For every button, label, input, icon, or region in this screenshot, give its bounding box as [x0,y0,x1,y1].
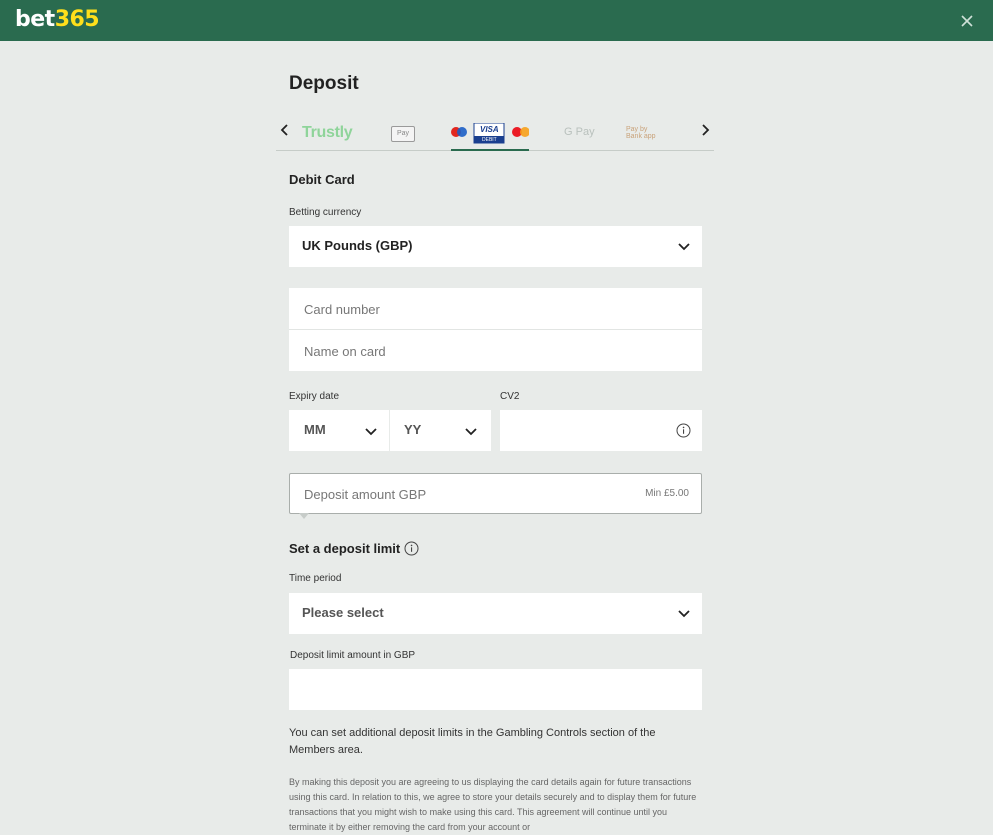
card-storage-terms: By making this deposit you are agreeing … [289,777,697,832]
deposit-limit-info: You can set additional deposit limits in… [289,727,656,756]
carousel-next-icon[interactable] [698,122,712,138]
expiry-label: Expiry date [289,391,340,402]
carousel-prev-icon[interactable] [278,122,292,138]
card-number-field[interactable]: Card number [289,288,702,329]
selected-method-underline [451,149,529,151]
time-period-value: Please select [302,605,384,620]
method-apple-pay[interactable]: Pay [391,126,415,142]
info-icon[interactable] [404,541,419,556]
bet365-logo: bet365 [15,7,100,33]
method-google-pay[interactable]: G Pay [564,126,595,138]
top-bar: bet365 [0,0,993,41]
pay-by-bank-label: Pay by Bank app [626,126,656,140]
chevron-down-icon [465,428,477,436]
payment-method-carousel: Trustly Pay VISA DEBIT G Pay Pay by Bank… [276,116,714,151]
deposit-limit-title: Set a deposit limit [289,541,400,556]
debit-label: DEBIT [482,137,497,143]
currency-select[interactable]: UK Pounds (GBP) [289,226,702,267]
cv2-field[interactable] [500,410,702,451]
method-pay-by-bank[interactable]: Pay by Bank app [626,126,656,140]
currency-label: Betting currency [289,207,362,218]
card-number-placeholder: Card number [304,302,380,317]
deposit-amount-field[interactable]: Deposit amount GBP Min £5.00 [289,473,702,514]
method-debit-card[interactable]: VISA DEBIT [451,122,530,151]
name-on-card-field[interactable]: Name on card [289,330,702,371]
currency-value: UK Pounds (GBP) [302,238,413,253]
time-period-select[interactable]: Please select [289,593,702,634]
minimum-amount-hint: Min £5.00 [645,488,689,499]
logo-text-365: 365 [54,7,100,32]
tooltip-pointer [299,513,309,519]
apple-pay-label: Pay [396,130,410,137]
expiry-year-select[interactable]: YY [390,410,491,451]
close-icon[interactable] [958,12,976,30]
expiry-month-select[interactable]: MM [289,410,389,451]
time-period-label: Time period [289,573,342,584]
chevron-down-icon [365,428,377,436]
section-title-debit-card: Debit Card [289,172,355,187]
cv2-label: CV2 [500,391,520,402]
chevron-down-icon [678,610,690,618]
info-icon[interactable] [676,423,691,438]
page-title: Deposit [289,73,359,94]
logo-text-bet: bet [15,7,55,32]
expiry-month-value: MM [304,422,326,437]
deposit-amount-placeholder: Deposit amount GBP [304,487,427,502]
expiry-year-value: YY [404,422,422,437]
visa-label: VISA [480,125,499,134]
card-details-group: Card number Name on card [289,288,702,371]
method-trustly[interactable]: Trustly [302,124,353,142]
chevron-down-icon [678,243,690,251]
limit-amount-label: Deposit limit amount in GBP [290,650,416,661]
limit-amount-field[interactable] [289,669,702,710]
deposit-limit-title-text: Set a deposit limit [289,541,401,556]
name-on-card-placeholder: Name on card [304,344,386,359]
